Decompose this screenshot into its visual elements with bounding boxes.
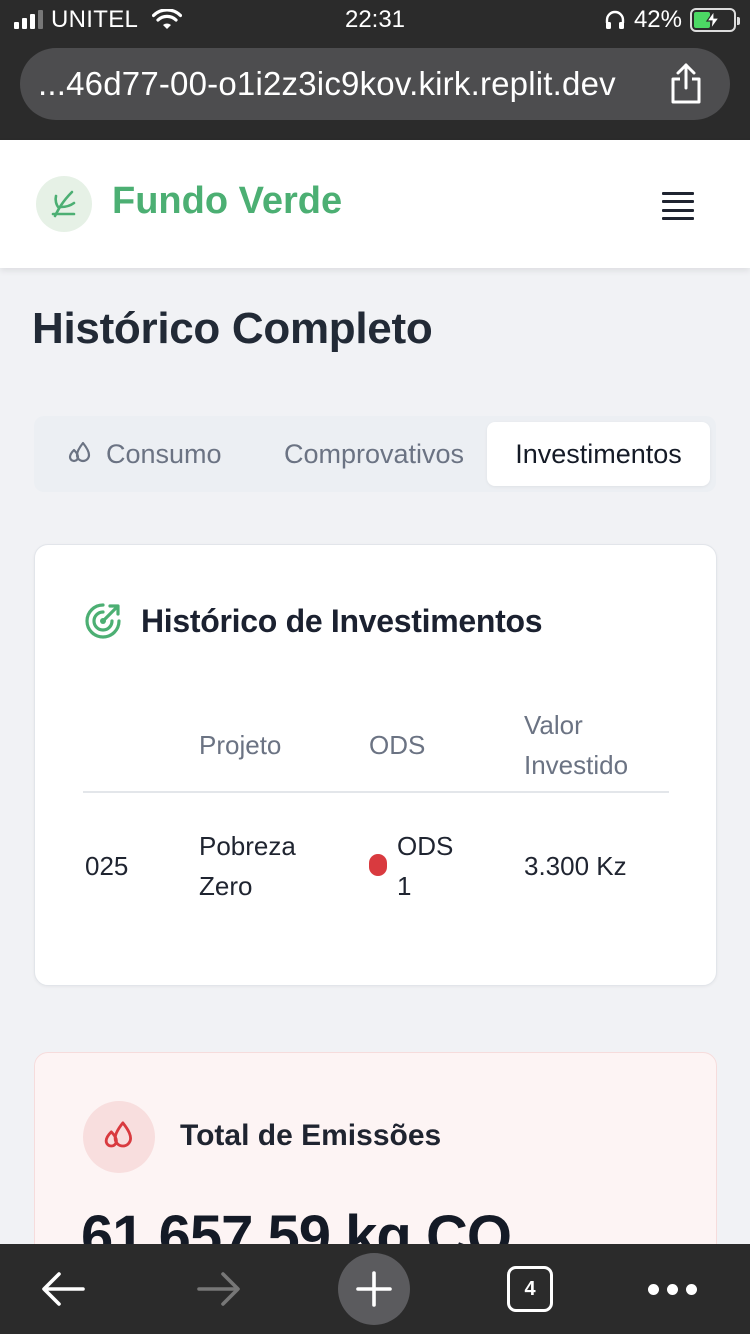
page-title: Histórico Completo <box>32 304 433 353</box>
tabs-button[interactable]: 4 <box>504 1244 556 1334</box>
column-header-ods: ODS <box>369 730 426 760</box>
sprout-icon <box>51 190 76 218</box>
hamburger-menu-icon[interactable] <box>662 192 694 220</box>
tabs-icon: 4 <box>507 1266 553 1312</box>
card-title: Histórico de Investimentos <box>141 602 543 639</box>
droplets-icon <box>104 1121 132 1148</box>
back-button[interactable] <box>32 1244 94 1334</box>
card-header: Histórico de Investimentos <box>83 601 542 641</box>
app-header: Fundo Verde <box>0 140 750 268</box>
battery-charging-icon <box>690 8 740 32</box>
ods-color-dot <box>369 854 387 876</box>
browser-toolbar: 4 <box>0 1244 750 1334</box>
tab-consumo-label: Consumo <box>106 439 222 469</box>
logo[interactable] <box>36 176 92 232</box>
tab-investimentos[interactable]: Investimentos <box>487 422 710 486</box>
headphones-icon <box>605 10 625 29</box>
cell-ods: ODS 1 <box>369 826 467 906</box>
share-icon[interactable] <box>668 62 704 106</box>
cell-projeto: Pobreza Zero <box>199 831 296 901</box>
column-header-projeto: Projeto <box>199 730 282 760</box>
ods-label: ODS 1 <box>397 831 454 901</box>
new-tab-button[interactable] <box>338 1244 410 1334</box>
address-bar[interactable]: ...46d77-00-o1i2z3ic9kov.kirk.replit.dev <box>20 48 730 120</box>
battery-percent: 42% <box>633 6 682 33</box>
more-icon[interactable] <box>644 1244 700 1334</box>
status-bar: UNITEL 22:31 42% <box>0 0 750 42</box>
back-arrow-icon <box>42 1272 85 1306</box>
investments-card: Histórico de Investimentos Projeto ODS V… <box>34 544 717 986</box>
target-growth-icon <box>85 603 121 639</box>
tab-consumo[interactable]: Consumo <box>66 422 222 486</box>
droplets-icon <box>68 441 91 463</box>
url-text[interactable]: ...46d77-00-o1i2z3ic9kov.kirk.replit.dev <box>38 48 658 120</box>
forward-arrow-icon <box>197 1272 240 1306</box>
tab-comprovativos[interactable]: Comprovativos <box>284 422 464 486</box>
tabs-bar: Consumo Comprovativos Investimentos <box>34 416 716 492</box>
emissions-icon-badge <box>83 1101 155 1173</box>
column-header-valor-investido: Valor Investido <box>524 710 629 780</box>
cell-valor-investido: 3.300 Kz <box>524 851 627 881</box>
status-right: 42% <box>604 6 740 34</box>
forward-button[interactable] <box>188 1244 250 1334</box>
cell-id: 025 <box>85 851 129 881</box>
browser-top-chrome: UNITEL 22:31 42% ...46d77-00-o1i2z3ic9ko… <box>0 0 750 140</box>
table-divider <box>83 791 669 793</box>
brand-name[interactable]: Fundo Verde <box>112 180 342 223</box>
emissions-title: Total de Emissões <box>180 1119 442 1152</box>
plus-icon <box>338 1253 410 1325</box>
